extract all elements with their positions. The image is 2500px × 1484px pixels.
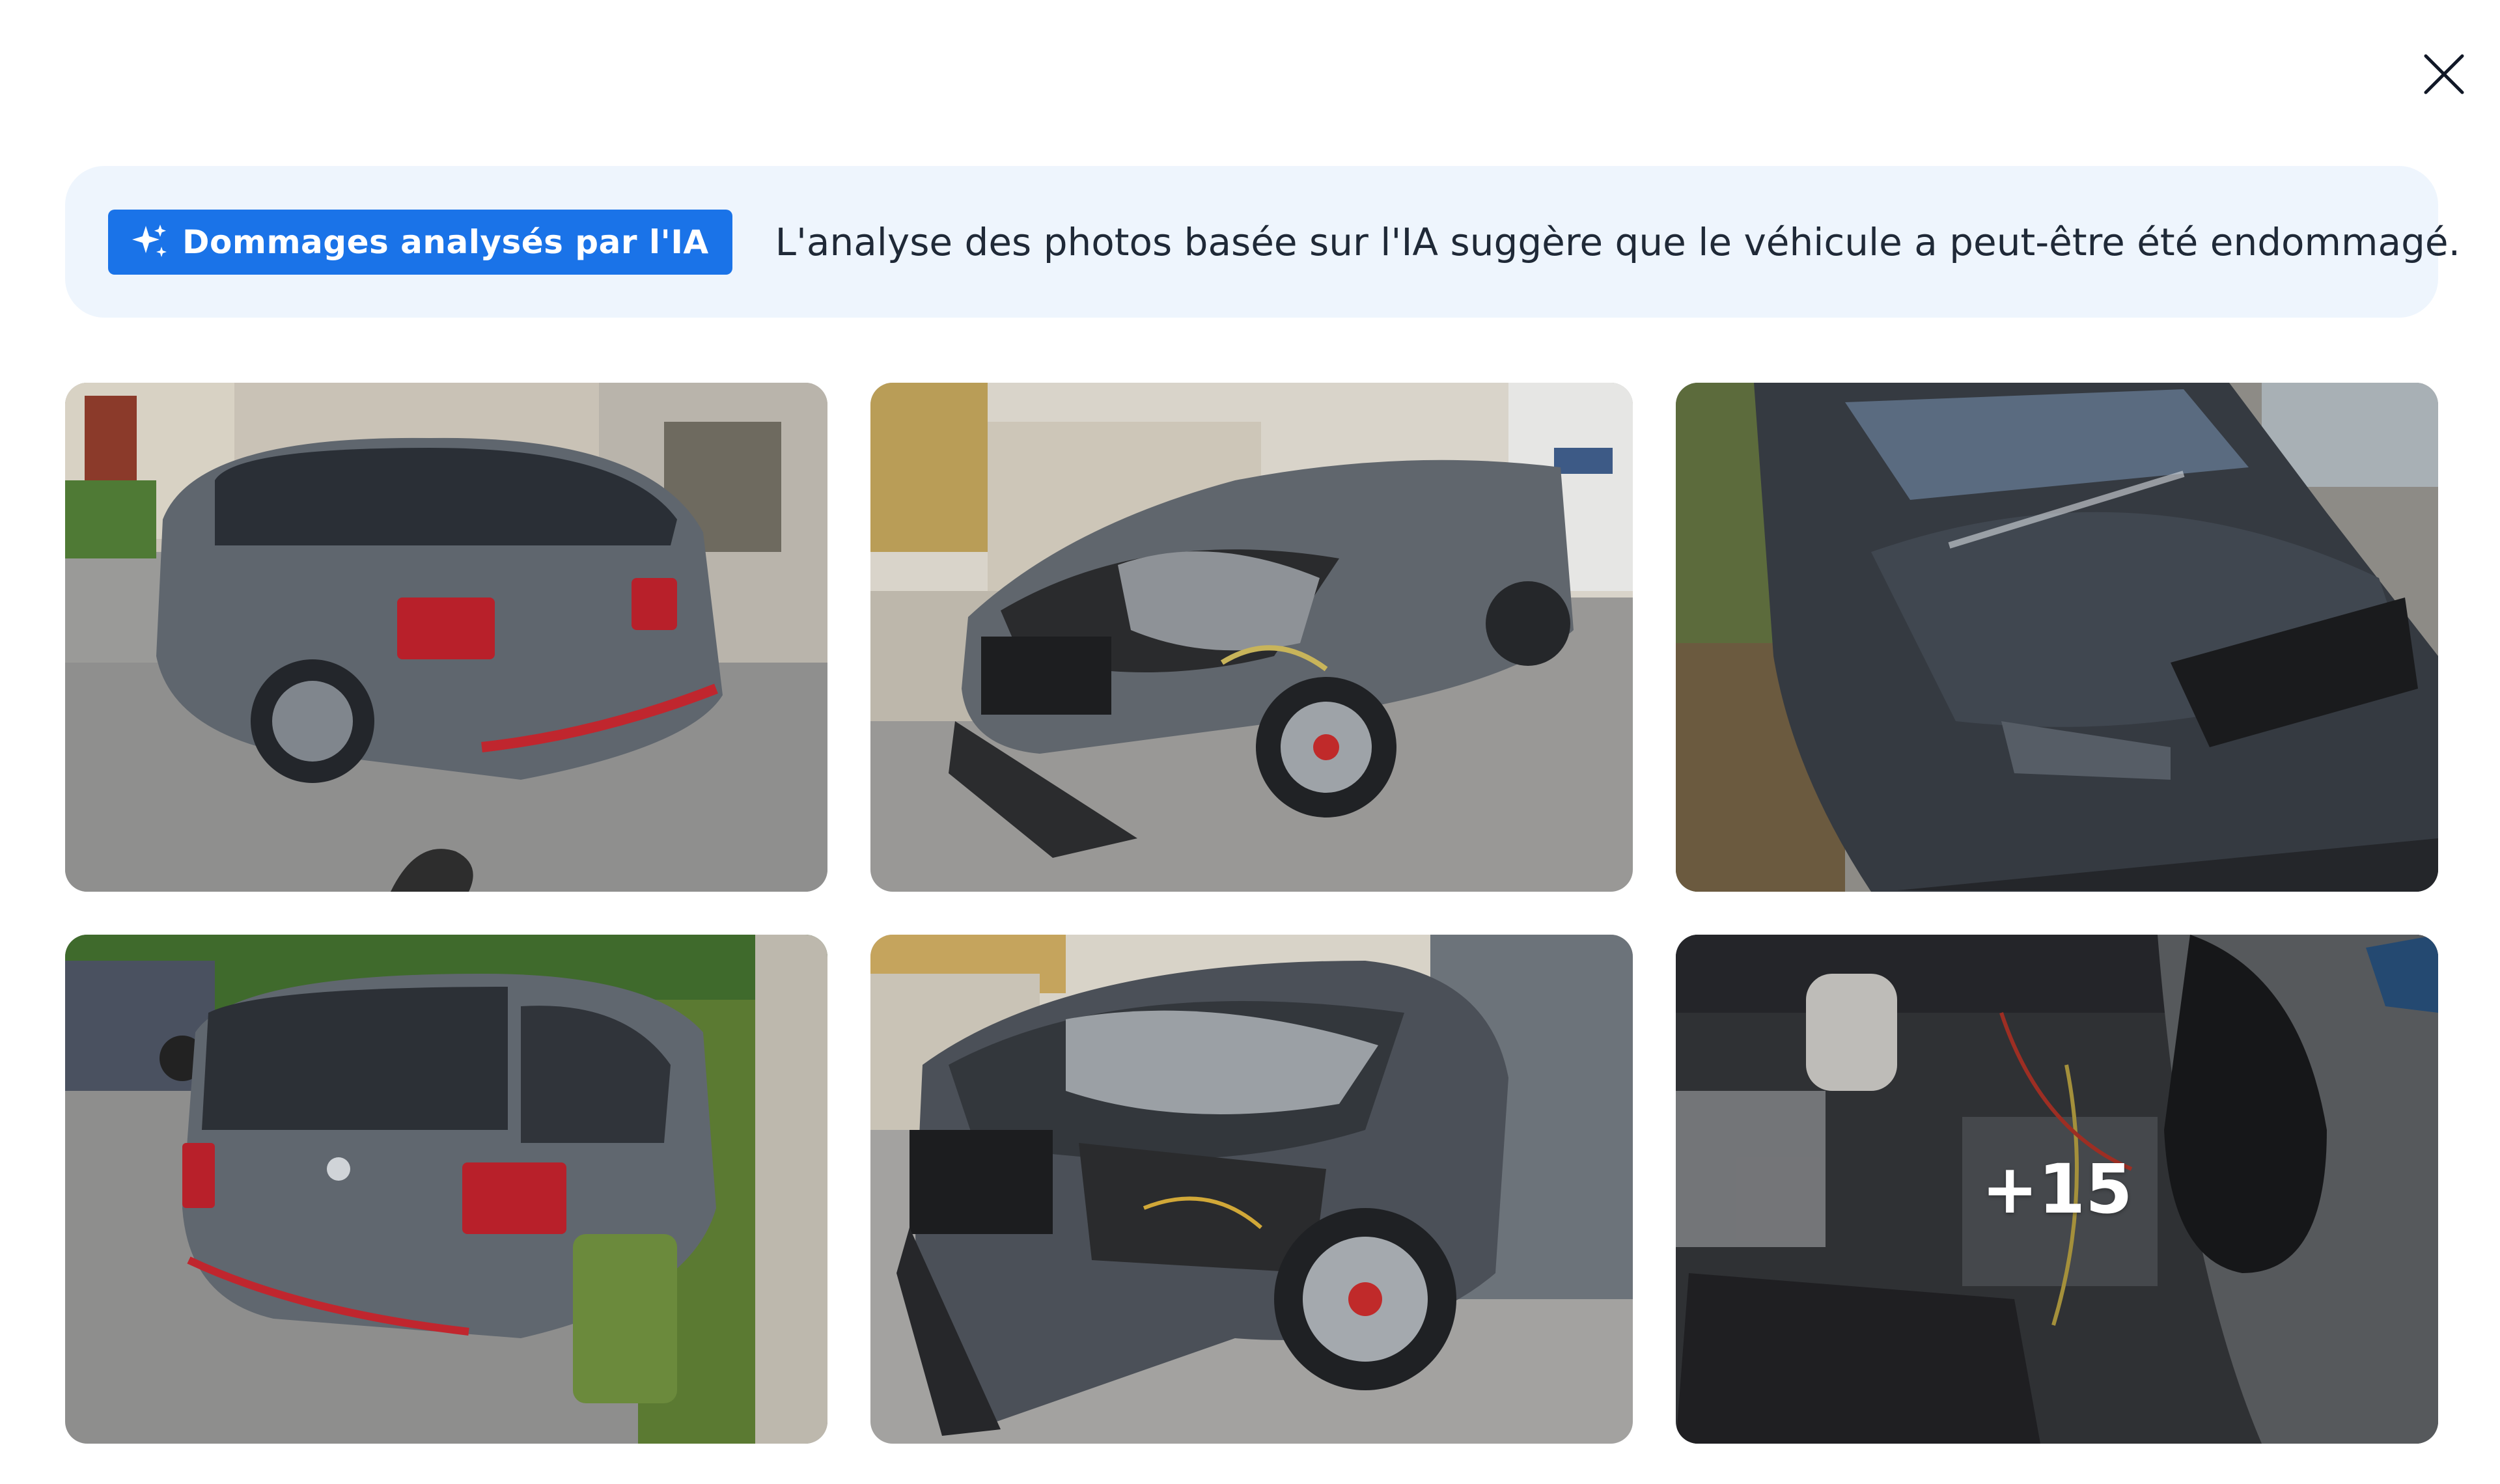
sparkle-icon (128, 221, 171, 264)
vehicle-photo-6[interactable]: +15 (1676, 935, 2438, 1444)
vehicle-photo-5[interactable] (870, 935, 1633, 1444)
photo-grid: +15 (65, 383, 2438, 1444)
ai-damage-badge: Dommages analysés par l'IA (108, 209, 732, 275)
close-icon (2424, 54, 2464, 94)
ai-damage-message: L'analyse des photos basée sur l'IA sugg… (775, 219, 2461, 264)
more-photos-count[interactable]: +15 (1676, 935, 2438, 1444)
close-button[interactable] (2417, 47, 2471, 102)
ai-damage-banner: Dommages analysés par l'IA L'analyse des… (65, 166, 2460, 318)
vehicle-photo-4[interactable] (65, 935, 827, 1444)
vehicle-photo-1[interactable] (65, 383, 827, 892)
vehicle-photo-3[interactable] (1676, 383, 2438, 892)
photo-gallery-modal: Dommages analysés par l'IA L'analyse des… (0, 0, 2500, 1484)
vehicle-photo-2[interactable] (870, 383, 1633, 892)
ai-damage-badge-label: Dommages analysés par l'IA (182, 223, 709, 261)
